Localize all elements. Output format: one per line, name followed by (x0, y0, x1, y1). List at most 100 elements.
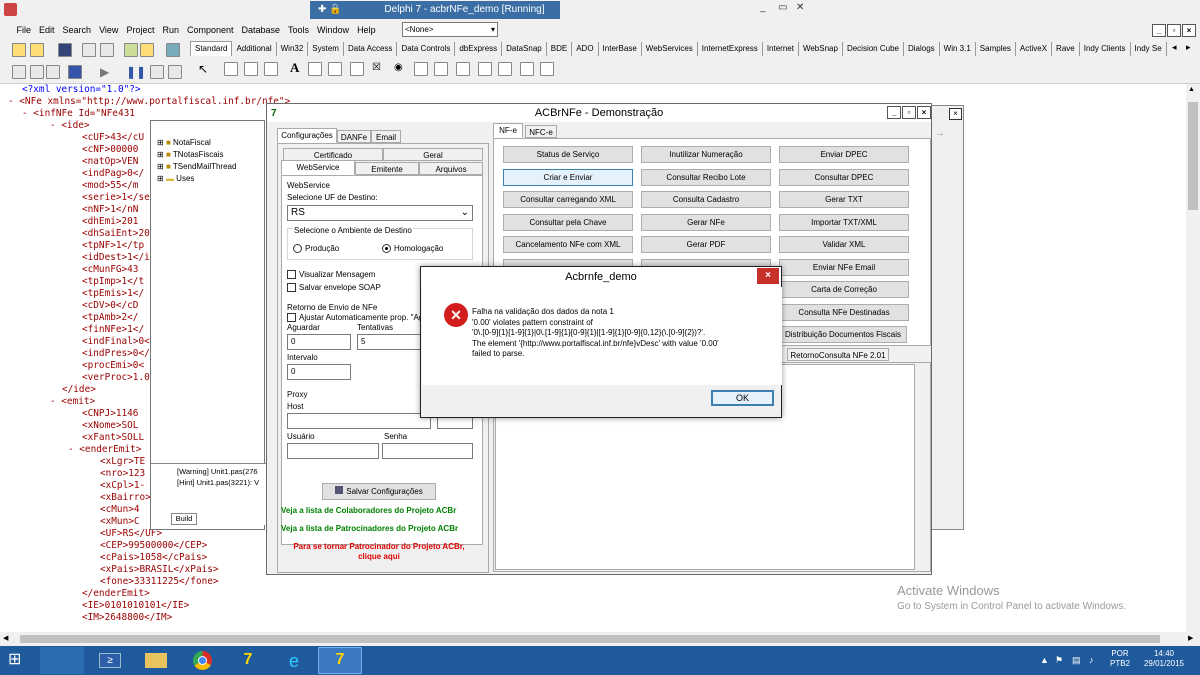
xml-line[interactable]: <verProc>1.0 (82, 372, 150, 384)
palette-tab[interactable]: Win32 (277, 42, 309, 56)
palette-tab[interactable]: Standard (190, 41, 233, 56)
view-unit-icon[interactable] (12, 65, 26, 79)
delphi-taskbar-icon[interactable]: 7 (226, 647, 270, 674)
nfe-action-button[interactable]: Criar e Enviar (503, 168, 633, 186)
xml-line[interactable]: <xFant>SOLL (82, 432, 144, 444)
salvar-envelope-checkbox[interactable] (287, 283, 296, 292)
open-icon[interactable] (30, 43, 44, 57)
xml-line[interactable]: <nNF>1</nN (82, 204, 138, 216)
scroll-up-icon[interactable]: ▲ (1188, 86, 1195, 93)
palette-tab[interactable]: Data Access (344, 42, 398, 56)
palette-tab[interactable]: Data Controls (397, 42, 456, 56)
tray-network-icon[interactable]: ▤ (1072, 655, 1081, 666)
nfe-action-button[interactable]: Consultar pela Chave (503, 213, 633, 231)
build-tab[interactable]: Build (171, 513, 197, 525)
xml-line[interactable]: <tpAmb>2</ (82, 312, 138, 324)
nfe-action-button[interactable]: Status de Serviço (503, 146, 633, 163)
menu-search[interactable]: Search (59, 20, 96, 40)
menu-project[interactable]: Project (122, 20, 158, 40)
xml-line[interactable]: <finNFe>1</ (82, 324, 144, 336)
aguardar-input[interactable]: 0 (287, 334, 351, 350)
palette-tab[interactable]: Internet (763, 42, 799, 56)
usuario-input[interactable] (287, 443, 379, 459)
new-icon[interactable] (12, 43, 26, 57)
tray-arrow-icon[interactable]: ▲ (1040, 655, 1049, 665)
dialog-close-button[interactable]: × (757, 268, 779, 284)
ok-button[interactable]: OK (711, 390, 774, 406)
palette-tab[interactable]: Rave (1052, 42, 1080, 56)
nfe-action-button[interactable]: Consultar carregando XML (503, 191, 633, 208)
palette-tab[interactable]: Samples (976, 42, 1016, 56)
xml-line[interactable]: <IE>0101010101</IE> (82, 600, 189, 612)
hscroll-thumb[interactable] (20, 635, 1160, 643)
config-select[interactable]: <None> ▾ (402, 22, 498, 37)
palette-tab[interactable]: Indy Se (1131, 42, 1167, 56)
tree-item[interactable]: ⊞ ■ TSendMailThread (157, 161, 236, 173)
tab-geral[interactable]: Geral (383, 148, 483, 161)
palette-tab[interactable]: dbExpress (455, 42, 503, 56)
nfe-action-button[interactable]: Inutilizar Numeração (641, 146, 771, 163)
pause-icon[interactable]: ❚❚ (126, 65, 146, 79)
visualizar-checkbox[interactable] (287, 270, 296, 279)
nfe-action-button[interactable]: Consultar DPEC (779, 168, 909, 186)
message-line[interactable]: [Warning] Unit1.pas(276 (177, 466, 266, 477)
link-tornar-patrocinador[interactable]: Para se tornar Patrocinador do Projeto A… (281, 542, 477, 562)
ide-maximize-button[interactable]: ▫ (1167, 24, 1181, 37)
menu-edit[interactable]: Edit (35, 20, 59, 40)
acbr-taskbar-icon[interactable]: 7 (318, 647, 362, 674)
nfe-action-button[interactable]: Gerar TXT (779, 191, 909, 208)
response-scrollbar[interactable] (917, 364, 929, 570)
menu-database[interactable]: Database (238, 20, 285, 40)
xml-line[interactable]: <CNPJ>1146 (82, 408, 138, 420)
add-file-icon[interactable] (124, 43, 138, 57)
xml-line[interactable]: </enderEmit> (82, 588, 150, 600)
run-icon[interactable]: ▶ (100, 65, 109, 79)
nfe-action-button[interactable]: Consulta Cadastro (641, 191, 771, 208)
tray-clock[interactable]: 14:40 29/01/2015 (1143, 649, 1185, 669)
checkbox-component-icon[interactable]: ☒ (372, 62, 381, 73)
xml-line[interactable]: <natOp>VEN (82, 156, 138, 168)
editor-close-button[interactable]: × (949, 108, 962, 120)
label-component-icon[interactable]: A (290, 60, 299, 76)
menu-view[interactable]: View (95, 20, 122, 40)
nfe-action-button[interactable]: Gerar PDF (641, 236, 771, 253)
save-all-icon[interactable] (82, 43, 96, 57)
tab-nfe[interactable]: NF-e (493, 123, 523, 138)
xml-line[interactable]: <xLgr>TE (100, 456, 145, 468)
scroll-right-icon[interactable]: ▶ (1188, 634, 1193, 642)
toggle-form-icon[interactable] (46, 65, 60, 79)
tab-email[interactable]: Email (371, 130, 401, 143)
nfe-action-button[interactable]: Consultar Recibo Lote (641, 168, 771, 186)
xml-line[interactable]: <xMun>C (100, 516, 140, 528)
ide-close-button[interactable]: × (1182, 24, 1196, 37)
powershell-icon[interactable]: ≥ (88, 647, 132, 674)
xml-line[interactable]: <xNome>SOL (82, 420, 138, 432)
scroll-left-icon[interactable]: ◀ (3, 634, 8, 642)
chrome-icon[interactable] (180, 647, 224, 674)
menu-run[interactable]: Run (158, 20, 183, 40)
edit-icon[interactable] (308, 62, 322, 76)
xml-line[interactable]: <cUF>43</cU (82, 132, 144, 144)
xml-line[interactable]: <cMun>4 (100, 504, 140, 516)
xml-line[interactable]: - <enderEmit> (68, 444, 141, 456)
window-min-icon[interactable]: _ (760, 2, 766, 13)
xml-line[interactable]: <cPais>1058</cPais> (100, 552, 207, 564)
nfe-action-button[interactable]: Carta de Correção (779, 281, 909, 298)
xml-line[interactable]: <dhSaiEnt>20 (82, 228, 150, 240)
xml-line[interactable]: </ide> (62, 384, 96, 396)
tray-language[interactable]: POR PTB2 (1110, 649, 1130, 669)
file-explorer-icon[interactable] (134, 647, 178, 674)
xml-line[interactable]: <IM>2648800</IM> (82, 612, 172, 624)
save-icon[interactable] (58, 43, 72, 57)
palette-tab[interactable]: ADO (572, 42, 599, 56)
xml-line[interactable]: <xPais>BRASIL</xPais> (100, 564, 219, 576)
palette-tab[interactable]: DataSnap (502, 42, 547, 56)
tree-item[interactable]: ⊞ ▬ Uses (157, 173, 236, 185)
combobox-icon[interactable] (434, 62, 448, 76)
xml-line[interactable]: - <ide> (50, 120, 90, 132)
nfe-action-button[interactable]: Importar TXT/XML (779, 213, 909, 231)
horizontal-scrollbar[interactable]: ◀ ▶ (0, 632, 1200, 646)
nfe-action-button[interactable]: Cancelamento NFe com XML (503, 236, 633, 253)
radio-homologacao[interactable] (382, 244, 391, 253)
radio-producao[interactable] (293, 244, 302, 253)
